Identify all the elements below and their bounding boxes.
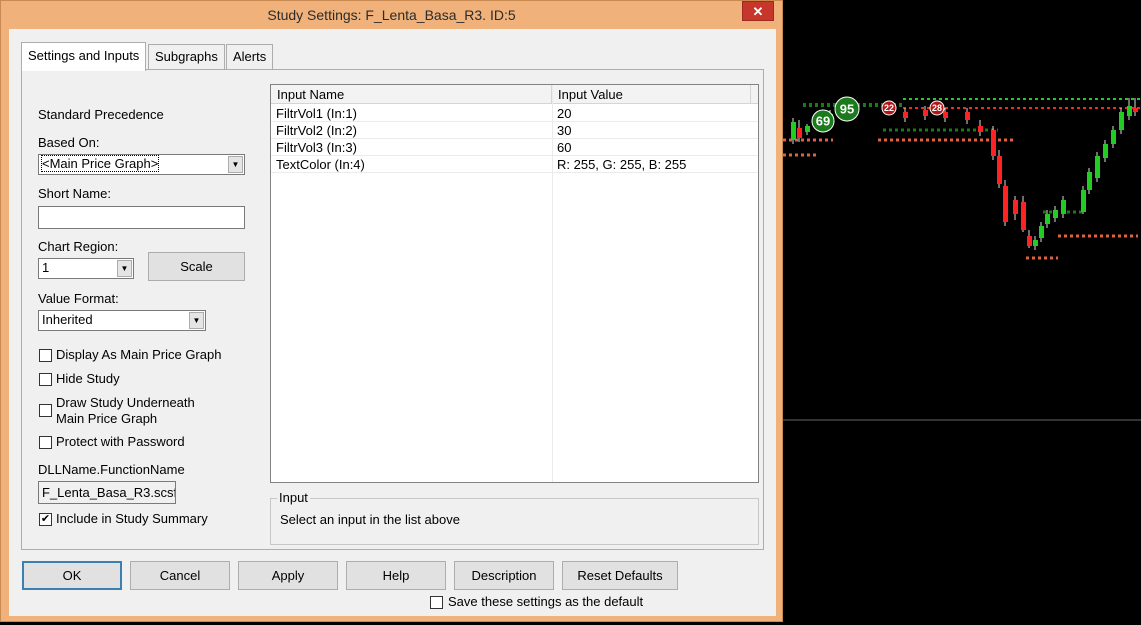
candle-body [1039,226,1044,238]
dropdown-arrow-icon: ▼ [228,156,243,173]
dll-function-label: DLLName.FunctionName [38,462,185,477]
include-summary-label: Include in Study Summary [56,511,208,526]
based-on-label: Based On: [38,135,100,150]
hide-study-label: Hide Study [56,371,120,386]
input-value-cell[interactable]: 30 [552,122,576,139]
candle-body [1111,130,1116,144]
candle-body [1127,106,1132,116]
candle-body [1087,172,1092,190]
display-as-main-price-graph-label: Display As Main Price Graph [56,347,222,362]
input-description-text: Select an input in the list above [280,512,460,527]
value-format-select[interactable]: Inherited ▼ [38,310,206,331]
candle-body [1027,236,1032,246]
dropdown-arrow-icon: ▼ [189,312,204,329]
signal-badge-label: 95 [840,101,854,116]
candle-body [943,112,948,118]
tab-alerts[interactable]: Alerts [226,44,274,69]
input-name-cell: FiltrVol1 (In:1) [276,106,357,121]
study-settings-dialog: Study Settings: F_Lenta_Basa_R3. ID:5 ✕ … [0,0,783,622]
draw-underneath-label-line2: Main Price Graph [56,411,158,426]
chart-background [783,0,1141,622]
candle-body [805,126,810,132]
table-row[interactable]: FiltrVol1 (In:1) 20 [271,105,758,122]
candle-body [997,156,1002,184]
column-header-input-name[interactable]: Input Name [271,85,552,104]
candle-body [1013,200,1018,214]
based-on-value: <Main Price Graph> [40,155,160,172]
scale-button[interactable]: Scale [148,252,245,281]
candle-body [1133,108,1138,112]
candle-body [991,130,996,156]
short-name-label: Short Name: [38,186,111,201]
column-header-input-value[interactable]: Input Value [552,85,751,104]
tab-settings-and-inputs[interactable]: Settings and Inputs [21,42,147,71]
signal-badge-label: 69 [816,113,830,128]
input-name-cell: FiltrVol2 (In:2) [276,123,357,138]
input-value-cell[interactable]: 60 [552,139,576,156]
candle-body [923,110,928,116]
candle-body [791,122,796,140]
input-description-group: Input Select an input in the list above [270,490,759,545]
ok-button[interactable]: OK [22,561,122,590]
candle-body [1033,240,1038,246]
standard-precedence-label: Standard Precedence [38,107,164,122]
chart-region-label: Chart Region: [38,239,119,254]
candle-body [1003,186,1008,222]
input-value-cell[interactable]: R: 255, G: 255, B: 255 [552,156,691,173]
inputs-grid: Input Name Input Value FiltrVol1 (In:1) … [270,84,759,483]
checkmark-icon: ✔ [40,513,51,525]
dropdown-arrow-icon: ▼ [117,260,132,277]
draw-underneath-checkbox[interactable] [39,404,52,417]
hide-study-checkbox[interactable] [39,373,52,386]
column-header-filler [751,85,758,104]
candle-body [965,112,970,120]
candle-body [797,128,802,138]
candle-body [903,112,908,118]
based-on-select[interactable]: <Main Price Graph> ▼ [38,154,245,175]
value-format-label: Value Format: [38,291,119,306]
protect-with-password-checkbox[interactable] [39,436,52,449]
input-name-cell: TextColor (In:4) [276,157,365,172]
candle-body [978,126,983,132]
save-default-label: Save these settings as the default [448,594,644,609]
reset-defaults-button[interactable]: Reset Defaults [562,561,678,590]
dll-function-field[interactable]: F_Lenta_Basa_R3.scsf_ [38,481,176,504]
input-value-cell[interactable]: 20 [552,105,576,122]
include-summary-checkbox[interactable]: ✔ [39,513,52,526]
window-title: Study Settings: F_Lenta_Basa_R3. ID:5 [267,7,516,23]
save-default-checkbox[interactable] [430,596,443,609]
display-as-main-price-graph-checkbox[interactable] [39,349,52,362]
protect-with-password-label: Protect with Password [56,434,185,449]
draw-underneath-label: Draw Study Underneath [56,395,195,410]
dialog-client-area: Settings and Inputs Subgraphs Alerts Sta… [9,29,776,616]
description-button[interactable]: Description [454,561,554,590]
candle-body [1021,202,1026,230]
candle-body [1045,214,1050,224]
price-chart[interactable]: 69 95 22 28 [783,0,1141,622]
tab-subgraphs[interactable]: Subgraphs [148,44,225,69]
help-button[interactable]: Help [346,561,446,590]
input-group-title: Input [277,490,310,505]
candle-body [1119,112,1124,130]
candle-body [1053,210,1058,218]
chart-region-value: 1 [42,260,50,275]
input-name-cell: FiltrVol3 (In:3) [276,140,357,155]
apply-button[interactable]: Apply [238,561,338,590]
cancel-button[interactable]: Cancel [130,561,230,590]
signal-badge-label: 28 [932,103,942,113]
value-format-value: Inherited [42,312,93,327]
candle-body [1095,156,1100,178]
close-button[interactable]: ✕ [742,1,774,21]
table-row[interactable]: TextColor (In:4) R: 255, G: 255, B: 255 [271,156,758,173]
short-name-input[interactable] [38,206,245,229]
candle-body [1061,200,1066,214]
signal-badge-label: 22 [884,103,894,113]
table-row[interactable]: FiltrVol3 (In:3) 60 [271,139,758,156]
price-chart-canvas: 69 95 22 28 [783,0,1141,622]
table-row[interactable]: FiltrVol2 (In:2) 30 [271,122,758,139]
candle-body [1103,144,1108,158]
candle-body [1081,190,1086,212]
settings-tab-panel: Standard Precedence Based On: <Main Pric… [21,69,764,550]
chart-region-select[interactable]: 1 ▼ [38,258,134,279]
